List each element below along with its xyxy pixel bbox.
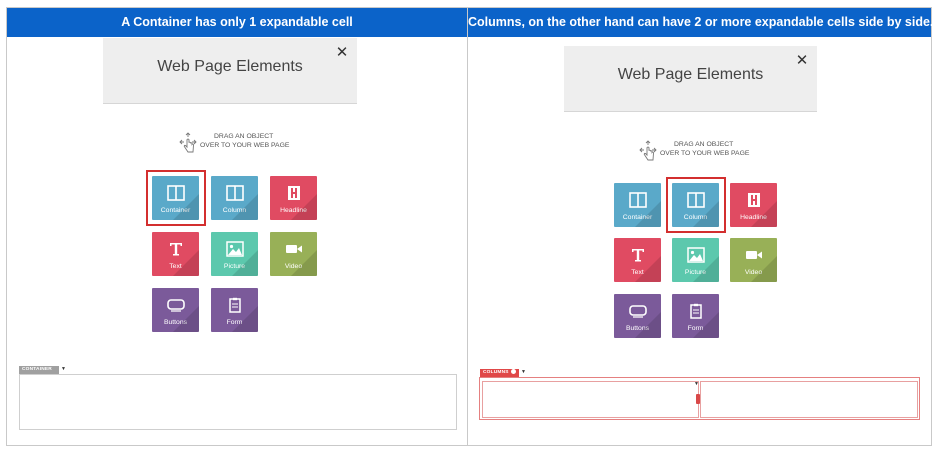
selection-outline (146, 170, 206, 226)
drag-hint-line2: OVER TO YOUR WEB PAGE (660, 150, 750, 157)
drag-hint-line2: OVER TO YOUR WEB PAGE (200, 142, 290, 149)
tile-container[interactable]: Container (614, 183, 661, 227)
tile-buttons[interactable]: Buttons (152, 288, 199, 332)
container-cell[interactable] (19, 374, 457, 430)
picture-icon (686, 247, 705, 263)
panel-title: Web Page Elements (617, 66, 764, 83)
column-resize-handle[interactable] (696, 394, 700, 404)
caret-down-icon[interactable]: ▼ (521, 369, 526, 375)
container-icon (628, 192, 647, 208)
buttons-icon (166, 299, 185, 312)
headline-icon (287, 186, 300, 200)
tile-label: Column (222, 207, 247, 214)
tile-picture[interactable]: Picture (211, 232, 258, 276)
close-icon[interactable]: ✕ (335, 45, 349, 60)
tile-label: Buttons (163, 319, 188, 326)
drag-hand-icon (639, 140, 657, 161)
buttons-icon (628, 305, 647, 318)
column-icon (225, 185, 244, 201)
picture-icon (225, 241, 244, 257)
drag-hint-line1: DRAG AN OBJECT (214, 133, 274, 140)
right-elements-panel-header: Web Page Elements ✕ (564, 46, 817, 112)
close-icon[interactable]: ✕ (795, 53, 809, 68)
tile-text[interactable]: Text (614, 238, 661, 282)
tile-video[interactable]: Video (270, 232, 317, 276)
left-elements-panel-header: Web Page Elements ✕ (103, 38, 357, 104)
tile-label: Buttons (625, 325, 650, 332)
video-icon (745, 251, 762, 259)
tile-form[interactable]: Form (672, 294, 719, 338)
columns-tag-label: COLUMNS (483, 370, 509, 375)
headline-icon (747, 193, 760, 207)
columns-tag[interactable]: COLUMNS (480, 369, 519, 377)
tile-column[interactable]: Column (211, 176, 258, 220)
tile-label: Container (622, 214, 653, 221)
tile-label: Headline (740, 214, 767, 221)
tile-label: Form (687, 325, 704, 332)
panel-title: Web Page Elements (157, 58, 303, 75)
tile-label: Text (169, 263, 182, 270)
form-icon (228, 297, 241, 313)
tile-video[interactable]: Video (730, 238, 777, 282)
columns-row: ▼ (479, 377, 920, 420)
tile-picture[interactable]: Picture (672, 238, 719, 282)
selection-outline (666, 177, 726, 233)
tile-buttons[interactable]: Buttons (614, 294, 661, 338)
center-divider (467, 8, 468, 445)
tile-label: Picture (223, 263, 246, 270)
tile-label: Picture (684, 269, 707, 276)
drag-hint-line1: DRAG AN OBJECT (674, 141, 734, 148)
tile-headline[interactable]: Headline (730, 183, 777, 227)
tile-label: Video (284, 263, 303, 270)
tile-headline[interactable]: Headline (270, 176, 317, 220)
tile-label: Form (226, 319, 243, 326)
caret-down-icon[interactable]: ▼ (694, 381, 699, 387)
right-header: Columns, on the other hand can have 2 or… (468, 15, 934, 29)
caret-down-icon[interactable]: ▼ (61, 366, 66, 372)
container-tag[interactable]: CONTAINER (19, 366, 59, 380)
tile-label: Headline (280, 207, 307, 214)
text-icon (169, 243, 182, 256)
tile-label: Text (631, 269, 644, 276)
column-cell-1[interactable] (482, 381, 699, 418)
left-header: A Container has only 1 expandable cell (121, 15, 353, 29)
video-icon (285, 245, 302, 253)
column-cell-2[interactable] (700, 381, 918, 418)
tile-text[interactable]: Text (152, 232, 199, 276)
text-icon (631, 249, 644, 262)
drag-hand-icon (179, 132, 197, 153)
form-icon (689, 303, 702, 319)
gear-icon[interactable] (510, 369, 516, 375)
container-tag-label: CONTAINER (22, 367, 52, 372)
tile-form[interactable]: Form (211, 288, 258, 332)
tile-label: Video (744, 269, 763, 276)
